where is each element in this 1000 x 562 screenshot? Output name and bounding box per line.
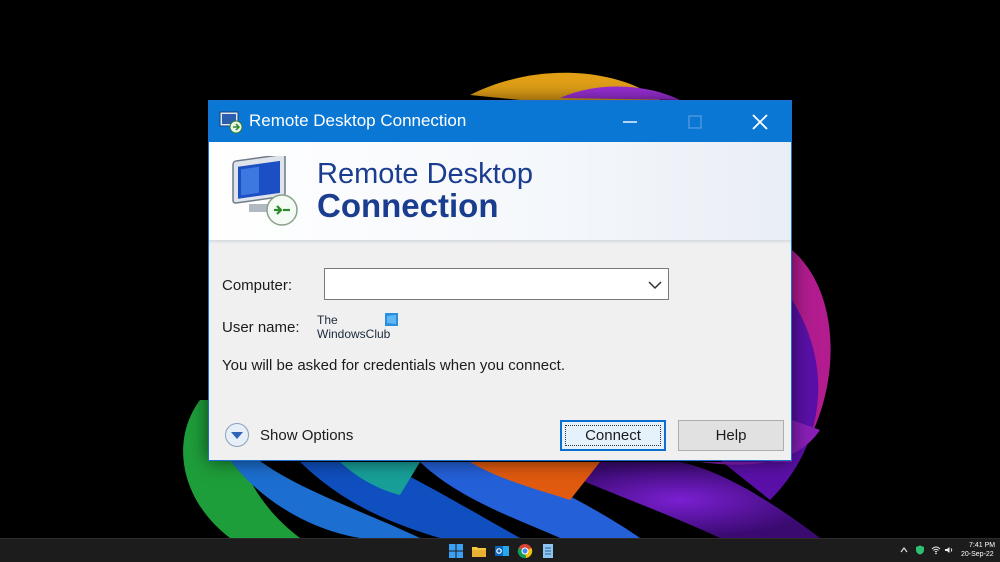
clock-date[interactable]: 20-Sep-22 (961, 551, 994, 558)
banner-title-line2: Connection (317, 187, 499, 224)
windowsclub-watermark: The WindowsClub (317, 313, 398, 341)
help-button[interactable]: Help (678, 420, 784, 451)
minimize-button[interactable] (599, 101, 661, 142)
maximize-button (664, 101, 726, 142)
expand-down-circle-icon[interactable] (224, 422, 250, 448)
close-button[interactable] (729, 101, 791, 142)
chevron-down-icon[interactable] (646, 276, 664, 294)
watermark-line1: The (317, 313, 338, 327)
remote-desktop-icon (219, 111, 243, 134)
computer-input[interactable] (325, 269, 635, 299)
wifi-icon[interactable] (931, 545, 941, 555)
focus-rectangle (565, 425, 661, 446)
computer-combobox[interactable] (324, 268, 669, 300)
credentials-note: You will be asked for credentials when y… (222, 357, 565, 374)
shield-icon[interactable] (915, 545, 925, 555)
minimize-icon (623, 120, 637, 123)
help-label: Help (715, 427, 747, 444)
outlook-icon[interactable] (494, 543, 510, 559)
start-icon[interactable] (448, 543, 464, 559)
banner: Remote Desktop Connection (209, 142, 791, 244)
remote-desktop-dialog: Remote Desktop Connection Remote Desktop… (208, 100, 792, 461)
watermark-line2: WindowsClub (317, 327, 391, 341)
taskbar: 7:41 PM 20-Sep-22 (0, 538, 1000, 562)
clock-time[interactable]: 7:41 PM (969, 542, 995, 549)
remote-desktop-monitor-icon (232, 156, 298, 226)
file-explorer-icon[interactable] (471, 543, 487, 559)
chrome-icon[interactable] (517, 543, 533, 559)
connect-button[interactable]: Connect (560, 420, 666, 451)
show-options-label: Show Options (260, 426, 354, 444)
computer-label: Computer: (222, 277, 293, 294)
title-bar[interactable]: Remote Desktop Connection (209, 101, 791, 142)
volume-icon[interactable] (944, 545, 954, 555)
windows-logo-icon (385, 313, 398, 326)
chevron-up-icon[interactable] (899, 545, 909, 555)
desktop: Remote Desktop Connection Remote Desktop… (0, 0, 1000, 538)
window-title: Remote Desktop Connection (249, 111, 467, 130)
notepad-icon[interactable] (540, 543, 556, 559)
close-icon (752, 113, 768, 130)
maximize-icon (688, 114, 702, 129)
banner-divider (209, 240, 791, 244)
show-options-toggle[interactable]: Show Options (224, 421, 353, 449)
username-label: User name: (222, 319, 300, 336)
